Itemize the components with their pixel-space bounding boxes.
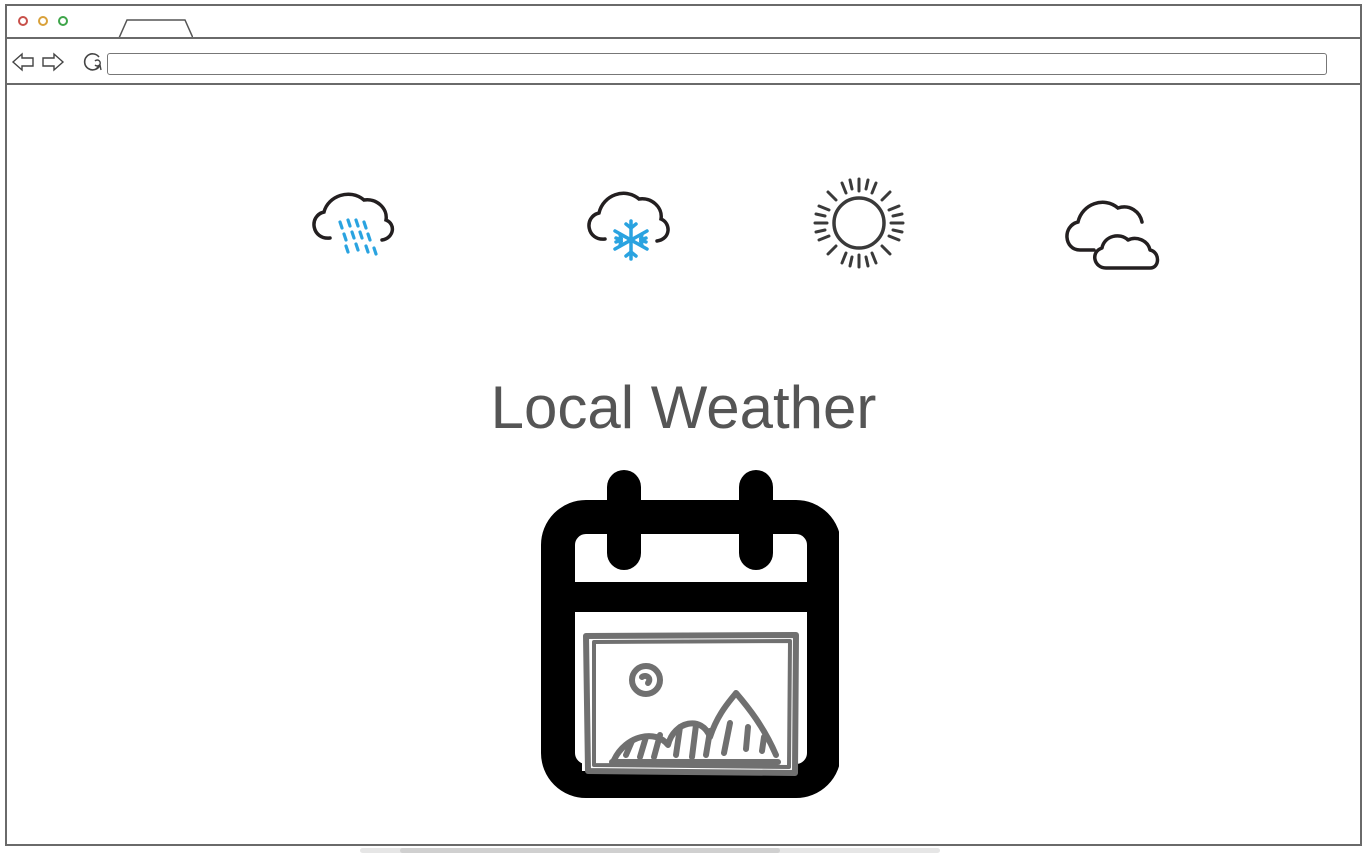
address-bar[interactable] [107,53,1327,75]
browser-tab[interactable] [117,18,193,38]
snow-cloud-icon [587,191,670,261]
rain-cloud-icon [312,192,395,256]
horizontal-scrollbar[interactable] [360,848,940,853]
reload-icon[interactable] [82,51,104,73]
browser-window: Local Weather [5,4,1362,846]
page-title: Local Weather [490,374,877,441]
close-window-button[interactable] [18,16,28,26]
maximize-window-button[interactable] [58,16,68,26]
page-content: Local Weather [7,85,1360,844]
back-arrow-icon[interactable] [11,52,35,72]
title-bar [7,6,1360,38]
browser-toolbar [7,37,1360,85]
sun-icon [813,177,905,269]
partly-cloudy-icon [1065,200,1160,270]
forward-arrow-icon[interactable] [41,52,65,72]
calendar-image-icon [541,470,839,798]
minimize-window-button[interactable] [38,16,48,26]
